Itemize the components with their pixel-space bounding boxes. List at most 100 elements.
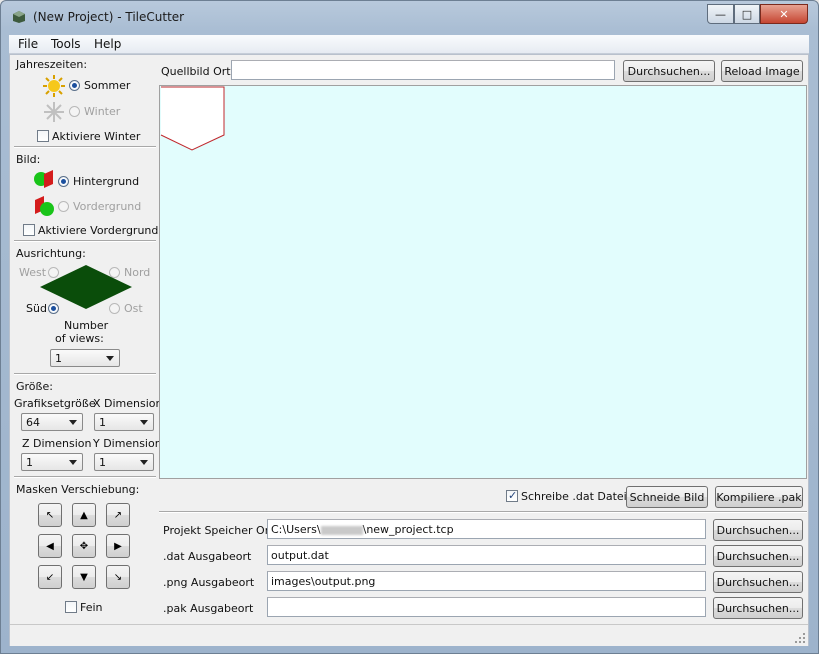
summer-radio[interactable] [69,80,80,91]
image-canvas[interactable] [159,85,807,479]
status-bar [10,624,808,646]
png-path-label: .png Ausgabeort [163,576,255,589]
arrow-left-icon: ◀ [46,540,54,552]
png-path-value: images\output.png [271,575,376,588]
dat-path-input[interactable]: output.dat [267,545,706,565]
enable-winter-checkbox[interactable] [37,130,49,142]
shift-up-left-button[interactable]: ↖ [38,503,62,527]
chevron-down-icon [140,420,148,425]
client-area: Jahreszeiten: Sommer Winter Aktiviere Wi… [9,54,809,646]
pak-path-browse-button[interactable]: Durchsuchen... [713,597,803,619]
separator [14,476,156,478]
x-dimension-label: X Dimension [93,397,163,410]
shift-up-button[interactable]: ▲ [72,503,96,527]
png-path-input[interactable]: images\output.png [267,571,706,591]
grafikset-select[interactable]: 64 [21,413,83,431]
move-all-icon: ✥ [79,540,89,552]
shift-down-button[interactable]: ▼ [72,565,96,589]
reload-image-button[interactable]: Reload Image [721,60,803,82]
menu-file[interactable]: File [18,37,38,51]
resize-grip-icon[interactable] [795,633,805,643]
enable-foreground-checkbox[interactable] [23,224,35,236]
mask-heading: Masken Verschiebung: [16,483,140,496]
foreground-layer-icon [35,196,54,216]
winter-label: Winter [84,105,121,118]
fine-checkbox[interactable] [65,601,77,613]
shift-up-right-button[interactable]: ↗ [106,503,130,527]
views-label-line1: Number [64,319,109,332]
dat-path-browse-button[interactable]: Durchsuchen... [713,545,803,567]
project-path-label: Projekt Speicher Ort [163,524,274,537]
pak-path-label: .pak Ausgabeort [163,602,254,615]
project-path-browse-button[interactable]: Durchsuchen... [713,519,803,541]
tile-mask-outline [160,86,225,151]
close-icon[interactable]: ✕ [760,4,808,24]
arrow-up-left-icon: ↖ [45,509,55,521]
title-bar[interactable]: (New Project) - TileCutter — □ ✕ [1,1,818,33]
arrow-up-right-icon: ↗ [113,509,123,521]
menu-help[interactable]: Help [94,37,121,51]
pak-path-input[interactable] [267,597,706,617]
foreground-radio[interactable] [58,201,69,212]
arrow-down-left-icon: ↙ [45,571,55,583]
window-title: (New Project) - TileCutter [33,10,185,24]
png-path-browse-button[interactable]: Durchsuchen... [713,571,803,593]
write-dat-checkbox[interactable] [506,489,518,502]
project-path-suffix: \new_project.tcp [362,523,454,536]
dat-path-label: .dat Ausgabeort [163,550,252,563]
source-browse-button[interactable]: Durchsuchen... [623,60,715,82]
shift-right-button[interactable]: ▶ [106,534,130,558]
z-dimension-label: Z Dimension [22,437,92,450]
compile-pak-button[interactable]: Kompiliere .pak [715,486,803,508]
shift-down-right-button[interactable]: ↘ [106,565,130,589]
chevron-down-icon [69,420,77,425]
project-path-prefix: C:\Users\ [271,523,321,536]
z-dimension-value: 1 [26,456,33,469]
separator [159,511,807,513]
y-dimension-label: Y Dimension [93,437,162,450]
cut-image-button[interactable]: Schneide Bild [626,486,708,508]
minimize-icon[interactable]: — [707,4,734,24]
snowflake-icon [44,102,64,122]
arrow-up-icon: ▲ [80,509,88,521]
menu-bar: File Tools Help [9,35,809,54]
enable-winter-label: Aktiviere Winter [52,130,141,143]
background-label: Hintergrund [73,175,140,188]
x-dimension-select[interactable]: 1 [94,413,154,431]
redacted-username [320,525,363,535]
arrow-down-icon: ▼ [80,571,88,583]
image-heading: Bild: [16,153,41,166]
chevron-down-icon [140,460,148,465]
app-icon [13,11,25,23]
project-path-input[interactable]: C:\Users\ \new_project.tcp [267,519,706,539]
east-radio[interactable] [109,303,120,314]
z-dimension-select[interactable]: 1 [21,453,83,471]
winter-radio[interactable] [69,106,80,117]
south-label: Süd [26,302,47,315]
shift-center-button[interactable]: ✥ [72,534,96,558]
background-layer-icon [34,170,53,188]
menu-tools[interactable]: Tools [51,37,81,51]
shift-left-button[interactable]: ◀ [38,534,62,558]
background-radio[interactable] [58,176,69,187]
views-value: 1 [55,352,62,365]
source-label: Quellbild Ort: [161,65,235,78]
sun-icon [43,75,65,97]
separator [14,373,156,375]
x-dimension-value: 1 [99,416,106,429]
orientation-heading: Ausrichtung: [16,247,86,260]
south-radio[interactable] [48,303,59,314]
chevron-down-icon [69,460,77,465]
fine-label: Fein [80,601,103,614]
separator [14,240,156,242]
source-path-input[interactable] [231,60,615,80]
arrow-right-icon: ▶ [114,540,122,552]
maximize-icon[interactable]: □ [734,4,760,24]
foreground-label: Vordergrund [73,200,142,213]
shift-down-left-button[interactable]: ↙ [38,565,62,589]
write-dat-label: Schreibe .dat Datei [521,490,627,503]
grafikset-value: 64 [26,416,40,429]
y-dimension-value: 1 [99,456,106,469]
y-dimension-select[interactable]: 1 [94,453,154,471]
views-select[interactable]: 1 [50,349,120,367]
